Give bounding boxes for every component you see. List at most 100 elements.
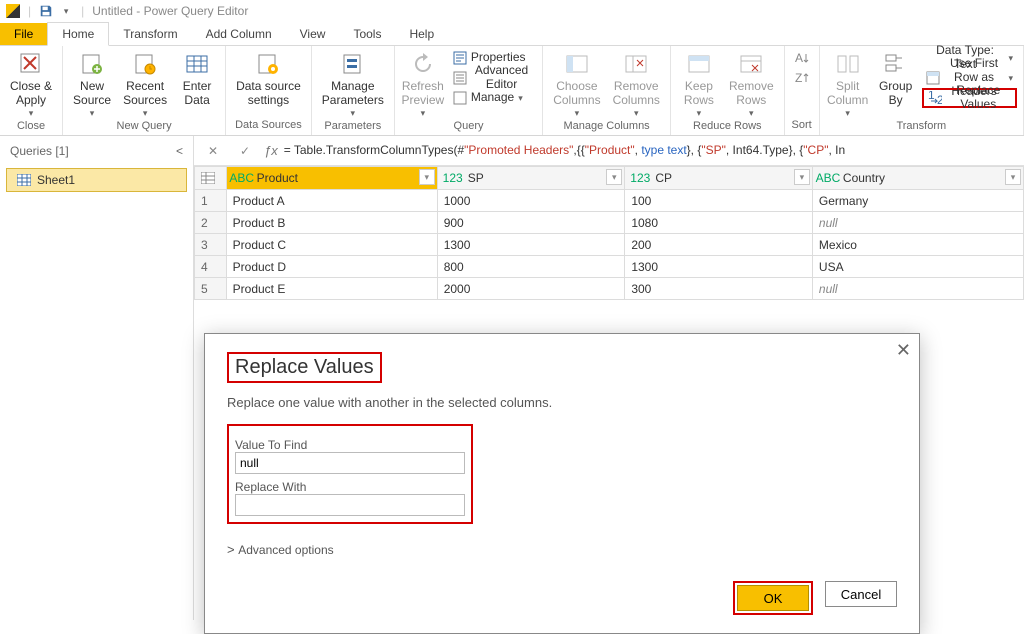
cell-sp[interactable]: 800 bbox=[437, 256, 625, 278]
recent-sources-button[interactable]: Recent Sources▾ bbox=[119, 48, 171, 120]
dialog-description: Replace one value with another in the se… bbox=[227, 395, 897, 410]
col-sp[interactable]: 123SP▾ bbox=[437, 167, 625, 190]
value-to-find-label: Value To Find bbox=[235, 438, 465, 452]
cell-country[interactable]: Germany bbox=[812, 190, 1023, 212]
tab-file[interactable]: File bbox=[0, 23, 47, 45]
tab-home[interactable]: Home bbox=[47, 22, 109, 46]
text-type-icon: ABC bbox=[233, 170, 251, 186]
cell-product[interactable]: Product C bbox=[226, 234, 437, 256]
cell-cp[interactable]: 200 bbox=[625, 234, 813, 256]
data-table[interactable]: ABCProduct▾ 123SP▾ 123CP▾ ABCCountry▾ 1P… bbox=[194, 166, 1024, 300]
row-number: 1 bbox=[195, 190, 227, 212]
table-row[interactable]: 2Product B9001080null bbox=[195, 212, 1024, 234]
cell-country[interactable]: USA bbox=[812, 256, 1023, 278]
row-number: 2 bbox=[195, 212, 227, 234]
row-number: 5 bbox=[195, 278, 227, 300]
cell-product[interactable]: Product D bbox=[226, 256, 437, 278]
filter-dropdown-icon[interactable]: ▾ bbox=[606, 169, 622, 185]
manage-button[interactable]: Manage ▾ bbox=[449, 88, 527, 108]
keep-rows-button[interactable]: Keep Rows▾ bbox=[677, 48, 721, 120]
corner-cell[interactable] bbox=[195, 167, 227, 190]
close-apply-button[interactable]: Close & Apply▾ bbox=[6, 48, 56, 120]
table-row[interactable]: 3Product C1300200Mexico bbox=[195, 234, 1024, 256]
col-cp[interactable]: 123CP▾ bbox=[625, 167, 813, 190]
number-type-icon: 123 bbox=[444, 170, 462, 186]
queries-header: Queries [1] bbox=[10, 144, 69, 158]
row-number: 4 bbox=[195, 256, 227, 278]
table-row[interactable]: 4Product D8001300USA bbox=[195, 256, 1024, 278]
replace-with-label: Replace With bbox=[235, 480, 465, 494]
number-type-icon: 123 bbox=[631, 170, 649, 186]
data-source-settings-button[interactable]: Data source settings bbox=[232, 48, 305, 110]
replace-with-input[interactable] bbox=[235, 494, 465, 516]
tab-add-column[interactable]: Add Column bbox=[192, 23, 286, 45]
titlebar: | ▾ | Untitled - Power Query Editor bbox=[0, 0, 1024, 22]
sort-asc-button[interactable]: A bbox=[791, 48, 813, 68]
window-title: Untitled - Power Query Editor bbox=[92, 4, 248, 18]
text-type-icon: ABC bbox=[819, 170, 837, 186]
filter-dropdown-icon[interactable]: ▾ bbox=[1005, 169, 1021, 185]
svg-text:2: 2 bbox=[937, 93, 942, 105]
tab-view[interactable]: View bbox=[286, 23, 340, 45]
enter-data-button[interactable]: Enter Data bbox=[175, 48, 219, 110]
col-country[interactable]: ABCCountry▾ bbox=[812, 167, 1023, 190]
qat-dropdown[interactable]: ▾ bbox=[57, 2, 75, 20]
remove-columns-button[interactable]: Remove Columns▾ bbox=[609, 48, 664, 120]
app-logo bbox=[4, 2, 22, 20]
cell-product[interactable]: Product B bbox=[226, 212, 437, 234]
filter-dropdown-icon[interactable]: ▾ bbox=[794, 169, 810, 185]
cell-sp[interactable]: 2000 bbox=[437, 278, 625, 300]
sort-desc-button[interactable]: Z bbox=[791, 68, 813, 88]
ribbon: Close & Apply▾ Close New Source▾ Recent … bbox=[0, 46, 1024, 136]
cell-country[interactable]: null bbox=[812, 212, 1023, 234]
manage-parameters-button[interactable]: Manage Parameters▾ bbox=[318, 48, 388, 120]
value-to-find-input[interactable] bbox=[235, 452, 465, 474]
replace-values-button[interactable]: 12Replace Values bbox=[922, 88, 1017, 108]
cell-cp[interactable]: 100 bbox=[625, 190, 813, 212]
save-button[interactable] bbox=[37, 2, 55, 20]
group-by-button[interactable]: Group By bbox=[874, 48, 918, 110]
tab-help[interactable]: Help bbox=[395, 23, 448, 45]
new-source-button[interactable]: New Source▾ bbox=[69, 48, 115, 120]
tab-tools[interactable]: Tools bbox=[339, 23, 395, 45]
cell-product[interactable]: Product E bbox=[226, 278, 437, 300]
table-icon bbox=[17, 174, 31, 186]
refresh-preview-button[interactable]: Refresh Preview▾ bbox=[401, 48, 445, 120]
filter-dropdown-icon[interactable]: ▾ bbox=[419, 169, 435, 185]
row-number: 3 bbox=[195, 234, 227, 256]
queries-pane: Queries [1] < Sheet1 bbox=[0, 136, 194, 620]
fx-label: ƒx bbox=[264, 143, 278, 158]
accept-formula-button[interactable]: ✓ bbox=[232, 139, 258, 163]
cell-sp[interactable]: 1300 bbox=[437, 234, 625, 256]
cell-country[interactable]: null bbox=[812, 278, 1023, 300]
cell-product[interactable]: Product A bbox=[226, 190, 437, 212]
table-row[interactable]: 1Product A1000100Germany bbox=[195, 190, 1024, 212]
remove-rows-button[interactable]: Remove Rows▾ bbox=[725, 48, 778, 120]
split-column-button[interactable]: Split Column▾ bbox=[826, 48, 870, 120]
query-item-sheet1[interactable]: Sheet1 bbox=[6, 168, 187, 192]
svg-text:Z: Z bbox=[795, 72, 802, 84]
tab-transform[interactable]: Transform bbox=[109, 23, 191, 45]
collapse-queries-button[interactable]: < bbox=[176, 144, 183, 158]
col-product[interactable]: ABCProduct▾ bbox=[226, 167, 437, 190]
cell-country[interactable]: Mexico bbox=[812, 234, 1023, 256]
formula-bar: ✕ ✓ ƒx = Table.TransformColumnTypes(#"Pr… bbox=[194, 136, 1024, 166]
replace-values-dialog: ✕ Replace Values Replace one value with … bbox=[204, 333, 920, 634]
table-row[interactable]: 5Product E2000300null bbox=[195, 278, 1024, 300]
cancel-button[interactable]: Cancel bbox=[825, 581, 897, 607]
cancel-formula-button[interactable]: ✕ bbox=[200, 139, 226, 163]
cell-sp[interactable]: 900 bbox=[437, 212, 625, 234]
quick-access-toolbar: | ▾ | bbox=[4, 2, 88, 20]
ribbon-tabs: File Home Transform Add Column View Tool… bbox=[0, 22, 1024, 46]
cell-cp[interactable]: 1300 bbox=[625, 256, 813, 278]
svg-text:1: 1 bbox=[928, 91, 935, 102]
choose-columns-button[interactable]: Choose Columns▾ bbox=[549, 48, 604, 120]
cell-cp[interactable]: 300 bbox=[625, 278, 813, 300]
cell-sp[interactable]: 1000 bbox=[437, 190, 625, 212]
close-icon[interactable]: ✕ bbox=[896, 340, 911, 361]
cell-cp[interactable]: 1080 bbox=[625, 212, 813, 234]
advanced-options-toggle[interactable]: > Advanced options bbox=[227, 542, 897, 557]
formula-text[interactable]: = Table.TransformColumnTypes(#"Promoted … bbox=[284, 143, 845, 158]
advanced-editor-button[interactable]: Advanced Editor bbox=[449, 68, 536, 88]
ok-button[interactable]: OK bbox=[737, 585, 809, 611]
